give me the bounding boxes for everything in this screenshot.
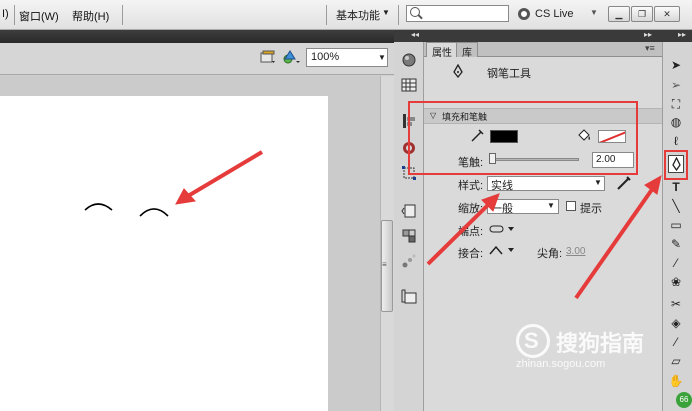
code-snippets-icon[interactable] bbox=[401, 203, 417, 219]
collapse-icon[interactable]: ▸▸ bbox=[678, 30, 686, 39]
watermark-url: zhinan.sogou.com bbox=[516, 358, 606, 370]
panel-menu-icon[interactable]: ▾≡ bbox=[645, 43, 655, 54]
search-input[interactable] bbox=[406, 5, 509, 22]
restore-button[interactable]: ❐ bbox=[631, 6, 653, 22]
join-select-icon[interactable] bbox=[488, 244, 516, 256]
text-icon[interactable]: T bbox=[668, 180, 684, 195]
panel-strip-header bbox=[394, 30, 424, 42]
tools-header-bar bbox=[662, 30, 692, 42]
brush-icon[interactable]: ⁄ bbox=[668, 256, 684, 271]
highlight-box bbox=[408, 101, 638, 175]
collapse-icon[interactable]: ▸▸ bbox=[644, 30, 652, 39]
grip-icon: ≡ bbox=[382, 260, 387, 269]
close-button[interactable]: ✕ bbox=[654, 6, 680, 22]
document-tab-bar bbox=[0, 30, 394, 43]
cs-live-label[interactable]: CS Live bbox=[535, 8, 574, 20]
deco-icon[interactable]: ❀ bbox=[668, 275, 684, 290]
panel-icon-strip bbox=[394, 42, 424, 411]
library-panel-icon[interactable] bbox=[401, 289, 417, 305]
search-icon bbox=[410, 7, 420, 17]
menu-separator bbox=[122, 5, 123, 25]
hint-checkbox[interactable] bbox=[566, 201, 576, 211]
chevron-down-icon[interactable]: ▼ bbox=[590, 8, 598, 17]
menu-separator bbox=[14, 5, 15, 25]
miter-value[interactable]: 3.00 bbox=[566, 246, 585, 257]
stage-canvas[interactable] bbox=[0, 96, 328, 411]
cap-label: 端点: bbox=[458, 226, 484, 238]
eraser-icon[interactable]: ▱ bbox=[668, 354, 684, 369]
miter-label: 尖角: bbox=[537, 248, 563, 260]
cs-live-icon[interactable] bbox=[518, 8, 530, 20]
cap-select-icon[interactable] bbox=[488, 223, 516, 235]
subselection-icon[interactable]: ➢ bbox=[668, 78, 684, 93]
chevron-down-icon[interactable]: ▼ bbox=[594, 178, 602, 187]
properties-header-bar bbox=[424, 30, 662, 42]
motion-presets-icon[interactable] bbox=[401, 253, 417, 269]
chevron-down-icon[interactable]: ▼ bbox=[547, 201, 555, 210]
selection-icon[interactable]: ➤ bbox=[668, 58, 684, 73]
lasso-icon[interactable]: ℓ bbox=[668, 134, 684, 149]
drawn-curves bbox=[84, 203, 169, 217]
menu-separator bbox=[398, 5, 399, 25]
badge-icon: 66 bbox=[676, 392, 692, 408]
hint-label: 提示 bbox=[580, 203, 602, 215]
chevron-down-icon[interactable]: ▼ bbox=[378, 53, 386, 62]
edit-symbol-icon[interactable] bbox=[283, 50, 301, 64]
3d-rotation-icon[interactable]: ◍ bbox=[668, 115, 684, 130]
edit-scene-icon[interactable] bbox=[260, 50, 276, 64]
color-panel-icon[interactable] bbox=[401, 52, 417, 68]
style-label: 样式: bbox=[458, 180, 484, 192]
scale-label: 缩放: bbox=[458, 203, 484, 215]
menu-item-help[interactable]: 帮助(H) bbox=[72, 8, 109, 24]
chevron-down-icon[interactable]: ▼ bbox=[382, 8, 390, 17]
bone-icon[interactable]: ✂ bbox=[668, 297, 684, 312]
style-select[interactable]: 实线 bbox=[487, 176, 605, 192]
edit-stroke-style-icon[interactable] bbox=[616, 175, 632, 191]
rectangle-icon[interactable]: ▭ bbox=[668, 218, 684, 233]
minimize-button[interactable]: ▁ bbox=[608, 6, 630, 22]
highlight-box bbox=[664, 150, 688, 180]
pen-icon bbox=[453, 64, 463, 78]
line-icon[interactable]: ╲ bbox=[668, 199, 684, 214]
free-transform-icon[interactable]: ⛶ bbox=[668, 97, 684, 112]
join-label: 接合: bbox=[458, 248, 484, 260]
tab-library[interactable]: 库 bbox=[456, 42, 478, 59]
hand-icon[interactable]: ✋ bbox=[668, 374, 684, 389]
tab-properties[interactable]: 属性 bbox=[426, 42, 458, 59]
menu-separator bbox=[326, 5, 327, 25]
components-icon[interactable] bbox=[401, 228, 417, 244]
swatches-icon[interactable] bbox=[401, 77, 417, 93]
workspace-switcher[interactable]: 基本功能 bbox=[336, 7, 380, 23]
menu-item-partial[interactable]: I) bbox=[2, 8, 9, 20]
watermark-text: 搜狗指南 bbox=[556, 332, 645, 357]
collapse-icon[interactable]: ◂◂ bbox=[411, 30, 419, 39]
eyedropper-icon[interactable]: ⁄ bbox=[668, 335, 684, 350]
pencil-icon[interactable]: ✎ bbox=[668, 237, 684, 252]
menu-item-window[interactable]: 窗口(W) bbox=[19, 8, 59, 24]
tool-name: 钢笔工具 bbox=[487, 68, 531, 80]
sogou-logo-letter: S bbox=[524, 328, 539, 353]
zoom-select[interactable]: 100% bbox=[306, 48, 388, 67]
paint-bucket-icon[interactable]: ◈ bbox=[668, 316, 684, 331]
